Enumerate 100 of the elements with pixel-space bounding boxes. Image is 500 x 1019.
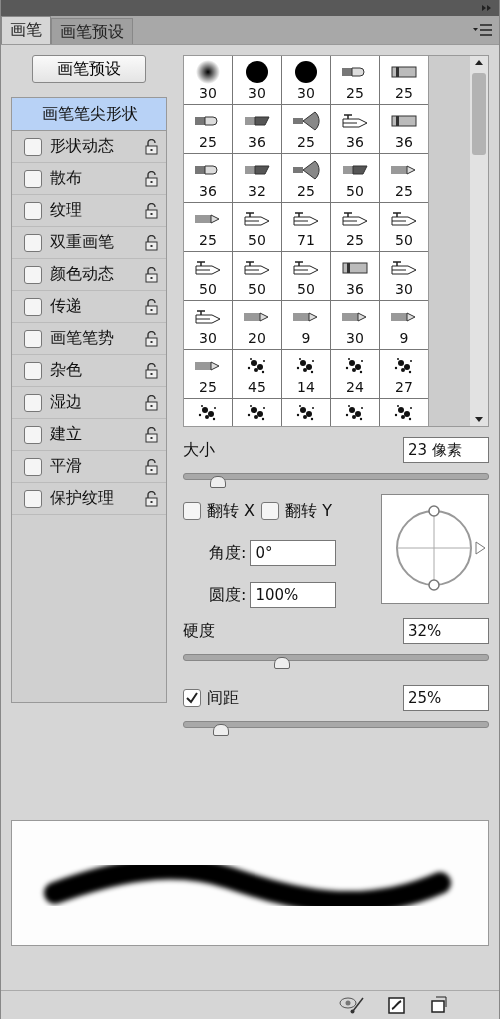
option-label[interactable]: 保护纹理 <box>50 488 137 509</box>
brush-tip-cell[interactable]: 71 <box>282 203 330 251</box>
option-label[interactable]: 颜色动态 <box>50 264 137 285</box>
unlock-icon[interactable] <box>145 202 158 219</box>
brush-tip-cell[interactable]: 50 <box>380 203 428 251</box>
option-label[interactable]: 湿边 <box>50 392 137 413</box>
brush-tip-cell[interactable]: 25 <box>380 154 428 202</box>
slider-handle[interactable] <box>274 657 291 669</box>
checkbox[interactable] <box>24 361 42 380</box>
brush-tip-cell[interactable]: 25 <box>331 203 379 251</box>
roundness-field[interactable]: 100% <box>250 582 337 608</box>
brush-tip-cell[interactable]: 25 <box>282 105 330 153</box>
brush-tip-cell[interactable]: 30 <box>233 56 281 104</box>
checkbox[interactable] <box>24 329 42 348</box>
brush-tip-cell[interactable]: 9 <box>282 301 330 349</box>
option-label[interactable]: 画笔笔势 <box>50 328 137 349</box>
unlock-icon[interactable] <box>145 330 158 347</box>
flip-label[interactable]: 翻转 X <box>207 500 256 522</box>
brush-tip-cell[interactable]: 30 <box>331 301 379 349</box>
brush-tip-cell[interactable]: 30 <box>282 56 330 104</box>
brush-size: 50 <box>346 182 364 199</box>
hardness-field[interactable]: 32% <box>403 618 489 644</box>
slider-handle[interactable] <box>213 724 230 736</box>
brush-tip-cell[interactable]: 30 <box>184 56 232 104</box>
brush-tip-cell[interactable]: 30 <box>380 252 428 300</box>
checkbox[interactable] <box>24 201 42 220</box>
brush-size: 30 <box>346 329 364 346</box>
unlock-icon[interactable] <box>145 138 158 155</box>
checkbox[interactable] <box>261 502 280 520</box>
spacing-field[interactable]: 25% <box>403 685 489 711</box>
brush-tip-cell[interactable]: 24 <box>331 350 379 398</box>
unlock-icon[interactable] <box>145 234 158 251</box>
brush-tip-cell[interactable]: 30 <box>184 301 232 349</box>
size-field[interactable]: 23 像素 <box>403 437 489 463</box>
scroll-thumb[interactable] <box>472 73 486 155</box>
unlock-icon[interactable] <box>145 490 158 507</box>
brush-tip-cell[interactable]: 45 <box>233 350 281 398</box>
checkbox[interactable] <box>24 393 42 412</box>
option-label[interactable]: 形状动态 <box>50 136 137 157</box>
flip-label[interactable]: 翻转 Y <box>285 500 332 522</box>
brush-tip-cell[interactable]: 25 <box>184 350 232 398</box>
unlock-icon[interactable] <box>145 458 158 475</box>
option-label[interactable]: 传递 <box>50 296 137 317</box>
scroll-up-icon[interactable] <box>475 60 483 65</box>
brush-tip-cell[interactable]: 50 <box>233 252 281 300</box>
checkbox[interactable] <box>24 137 42 156</box>
checkbox[interactable] <box>183 689 201 707</box>
brush-tip-cell[interactable]: 9 <box>380 301 428 349</box>
checkbox[interactable] <box>24 297 42 316</box>
brush-size: 25 <box>199 231 217 248</box>
brush-presets-button[interactable]: 画笔预设 <box>32 55 146 83</box>
option-label[interactable]: 散布 <box>50 168 137 189</box>
unlock-icon[interactable] <box>145 394 158 411</box>
unlock-icon[interactable] <box>145 170 158 187</box>
checkbox[interactable] <box>24 169 42 188</box>
checkbox[interactable] <box>24 233 42 252</box>
brush-tip-cell[interactable]: 50 <box>282 252 330 300</box>
checkbox[interactable] <box>24 425 42 444</box>
brush-tip-cell[interactable]: 50 <box>331 154 379 202</box>
scrollbar[interactable] <box>470 56 488 426</box>
spacing-label[interactable]: 间距 <box>207 687 239 709</box>
option-label[interactable]: 双重画笔 <box>50 232 137 253</box>
panel-tab[interactable]: 画笔预设 <box>51 18 133 44</box>
unlock-icon[interactable] <box>145 298 158 315</box>
slider-handle[interactable] <box>210 476 227 488</box>
brush-tip-cell[interactable]: 25 <box>184 203 232 251</box>
checkbox[interactable] <box>24 489 42 508</box>
brush-tip-cell[interactable]: 36 <box>184 154 232 202</box>
list-item[interactable]: 画笔笔尖形状 <box>12 98 166 131</box>
option-label[interactable]: 杂色 <box>50 360 137 381</box>
brush-size: 24 <box>346 378 364 395</box>
brush-tip-cell[interactable]: 32 <box>233 154 281 202</box>
menu-icon[interactable] <box>473 24 493 36</box>
brush-size: 30 <box>395 280 413 297</box>
brush-tip-cell[interactable]: 36 <box>331 105 379 153</box>
scroll-down-icon[interactable] <box>475 417 483 422</box>
brush-tip-cell[interactable]: 36 <box>233 105 281 153</box>
unlock-icon[interactable] <box>145 266 158 283</box>
angle-field[interactable]: 0° <box>250 540 337 566</box>
unlock-icon[interactable] <box>145 426 158 443</box>
brush-tip-cell[interactable]: 14 <box>282 350 330 398</box>
unlock-icon[interactable] <box>145 362 158 379</box>
checkbox[interactable] <box>24 265 42 284</box>
checkbox[interactable] <box>24 457 42 476</box>
brush-tip-cell[interactable]: 27 <box>380 350 428 398</box>
option-label[interactable]: 纹理 <box>50 200 137 221</box>
brush-tip-cell[interactable]: 20 <box>233 301 281 349</box>
brush-tip-cell[interactable]: 25 <box>380 56 428 104</box>
option-label[interactable]: 建立 <box>50 424 137 445</box>
brush-tip-cell[interactable]: 36 <box>380 105 428 153</box>
brush-tip-cell[interactable]: 50 <box>233 203 281 251</box>
panel-tab[interactable]: 画笔 <box>1 16 51 44</box>
brush-tip-cell[interactable]: 50 <box>184 252 232 300</box>
brush-tip-cell[interactable]: 25 <box>184 105 232 153</box>
brush-tip-cell[interactable]: 25 <box>331 56 379 104</box>
checkbox[interactable] <box>183 502 201 520</box>
option-label[interactable]: 平滑 <box>50 456 137 477</box>
brush-tip-cell[interactable]: 25 <box>282 154 330 202</box>
eye-brush-icon[interactable] <box>339 996 365 1014</box>
brush-tip-cell[interactable]: 36 <box>331 252 379 300</box>
